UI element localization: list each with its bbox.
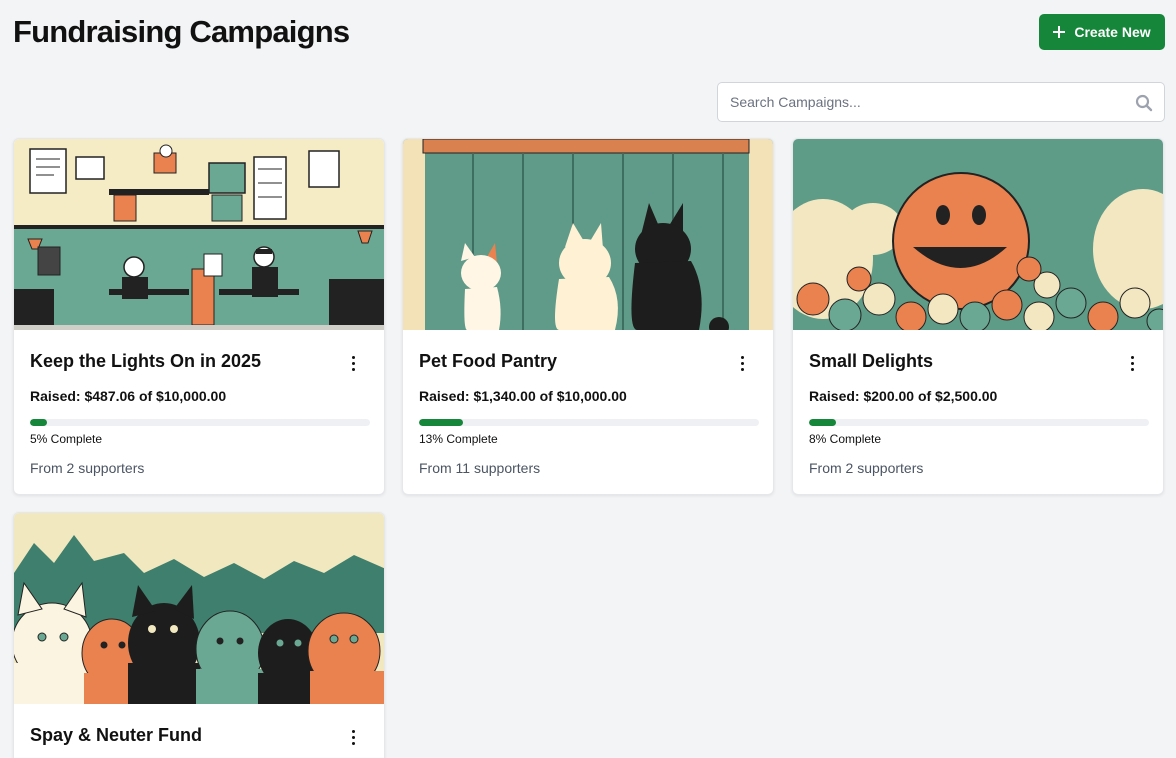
progress-fill (30, 419, 47, 426)
campaign-title[interactable]: Keep the Lights On in 2025 (30, 351, 261, 372)
create-new-label: Create New (1074, 24, 1151, 40)
crowd-of-cats-illustration-image (14, 513, 384, 704)
campaign-card[interactable]: Small Delights Raised: $200.00 of $2,500… (792, 138, 1164, 495)
progress-bar (419, 419, 759, 426)
raised-amount: Raised: $1,340.00 of $10,000.00 (419, 388, 627, 404)
campaign-title[interactable]: Small Delights (809, 351, 933, 372)
more-options-icon[interactable] (735, 353, 749, 373)
create-new-button[interactable]: Create New (1039, 14, 1165, 50)
supporters-count: From 2 supporters (30, 460, 145, 476)
progress-bar (30, 419, 370, 426)
progress-fill (419, 419, 464, 426)
progress-bar (809, 419, 1149, 426)
cats-at-window-illustration-image (403, 139, 773, 330)
raised-amount: Raised: $487.06 of $10,000.00 (30, 388, 227, 404)
plus-icon (1053, 26, 1066, 38)
campaign-card[interactable]: Spay & Neuter Fund (13, 512, 385, 758)
progress-fill (809, 419, 837, 426)
search-box (717, 82, 1165, 122)
campaign-card[interactable]: Pet Food Pantry Raised: $1,340.00 of $10… (402, 138, 774, 495)
more-options-icon[interactable] (1125, 353, 1139, 373)
percent-complete: 8% Complete (809, 432, 882, 446)
campaign-card[interactable]: Keep the Lights On in 2025 Raised: $487.… (13, 138, 385, 495)
search-input[interactable] (718, 83, 1164, 121)
percent-complete: 5% Complete (30, 432, 103, 446)
office-illustration-image (14, 139, 384, 330)
campaign-title[interactable]: Spay & Neuter Fund (30, 725, 202, 746)
percent-complete: 13% Complete (419, 432, 498, 446)
more-options-icon[interactable] (346, 727, 360, 747)
raised-amount: Raised: $200.00 of $2,500.00 (809, 388, 998, 404)
campaign-title[interactable]: Pet Food Pantry (419, 351, 557, 372)
supporters-count: From 11 supporters (419, 460, 541, 476)
supporters-count: From 2 supporters (809, 460, 924, 476)
search-icon[interactable] (1135, 94, 1153, 112)
smiling-faces-illustration-image (793, 139, 1163, 330)
more-options-icon[interactable] (346, 353, 360, 373)
page-title: Fundraising Campaigns (13, 14, 350, 49)
